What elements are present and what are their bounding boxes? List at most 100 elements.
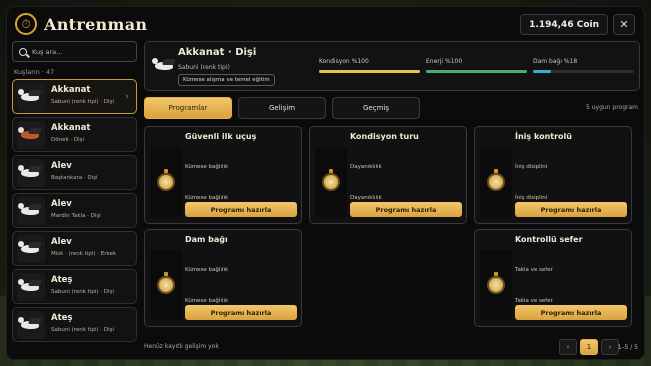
stat-fill <box>319 70 420 73</box>
bird-breed: Sabuni (renk tipi) · Dişi <box>51 99 114 105</box>
program-icon-box <box>480 250 512 320</box>
program-title: İniş kontrolü <box>515 132 572 141</box>
bird-breed: Dönek · Dişi <box>51 137 85 143</box>
stopwatch-icon <box>157 169 175 191</box>
bird-thumbnail <box>17 310 45 339</box>
page-title: Antrenman <box>44 14 148 34</box>
bird-thumbnail <box>17 196 45 225</box>
program-icon-box <box>480 147 512 217</box>
program-card: İniş kontrolü İniş disiplini İniş disipl… <box>474 126 632 224</box>
pigeon-icon <box>18 278 39 291</box>
tab-progress[interactable]: Gelişim <box>238 97 326 119</box>
program-benefit: Kümese bağlılık <box>185 298 229 304</box>
prepare-program-button[interactable]: Programı hazırla <box>185 202 297 217</box>
program-icon-box <box>150 250 182 320</box>
chevron-right-icon: › <box>125 92 129 102</box>
tab-programs[interactable]: Programlar <box>144 97 232 119</box>
program-card: Dam bağı Kümese bağlılık Kümese bağlılık… <box>144 229 302 327</box>
stat-bar <box>533 70 634 73</box>
stopwatch-icon <box>487 169 505 191</box>
bird-breed: Mardin Takla · Dişi <box>51 213 101 219</box>
stat-roof-bond: Dam bağı %18 <box>533 58 634 73</box>
program-icon-box <box>315 147 347 217</box>
bird-thumbnail <box>17 120 45 149</box>
stat-label: Kondisyon %100 <box>319 58 369 65</box>
prepare-program-button[interactable]: Programı hazırla <box>515 202 627 217</box>
pigeon-icon <box>18 164 39 177</box>
program-benefit: Takla ve sefer <box>515 298 553 304</box>
bird-list-item[interactable]: Ateş Sabuni (renk tipi) · Dişi <box>12 307 137 342</box>
bird-name: Akkanat <box>51 85 91 95</box>
stopwatch-logo-icon: ⏱ <box>15 13 37 35</box>
bird-list-item[interactable]: Alev Baştankara · Dişi <box>12 155 137 190</box>
bird-thumbnail <box>17 158 45 187</box>
bird-thumbnail <box>17 272 45 301</box>
progress-note: Henüz kayıtlı gelişim yok <box>144 343 219 350</box>
program-card: Güvenli ilk uçuş Kümese bağlılık Kümese … <box>144 126 302 224</box>
stopwatch-icon <box>157 272 175 294</box>
bird-name: Ateş <box>51 313 73 323</box>
bird-name: Alev <box>51 199 72 209</box>
pigeon-icon <box>18 316 39 329</box>
page-range: 1–5 / 5 <box>617 344 638 351</box>
program-title: Dam bağı <box>185 235 228 244</box>
bird-thumbnail <box>17 234 45 263</box>
header: ⏱ Antrenman 1.194,46 Coin ✕ <box>7 7 644 41</box>
bird-name: Ateş <box>51 275 73 285</box>
bird-list-item[interactable]: Akkanat Sabuni (renk tipi) · Dişi › <box>12 79 137 114</box>
bird-name: Alev <box>51 161 72 171</box>
page-button-1[interactable]: 1 <box>580 339 598 355</box>
stat-label: Dam bağı %18 <box>533 58 578 65</box>
pigeon-icon <box>18 126 39 139</box>
sidebar: Kuş ara... Kuşların · 47 Akkanat Sabuni … <box>12 41 137 357</box>
bird-name: Akkanat <box>51 123 91 133</box>
search-placeholder: Kuş ara... <box>32 47 63 56</box>
bird-list-item[interactable]: Ateş Sabuni (renk tipi) · Dişi <box>12 269 137 304</box>
tab-history[interactable]: Geçmiş <box>332 97 420 119</box>
program-card: Kontrollü sefer Takla ve sefer Takla ve … <box>474 229 632 327</box>
bird-breed: Misk · (renk tipi) · Erkek <box>51 251 117 257</box>
stopwatch-icon <box>487 272 505 294</box>
program-title: Kondisyon turu <box>350 132 419 141</box>
program-benefit: Dayanıklılık <box>350 195 382 201</box>
stat-fill <box>426 70 527 73</box>
bird-count: Kuşların · 47 <box>14 68 55 76</box>
program-benefit: Kümese bağlılık <box>185 195 229 201</box>
prepare-program-button[interactable]: Programı hazırla <box>515 305 627 320</box>
program-count: 5 uygun program <box>585 104 638 111</box>
bird-list-item[interactable]: Alev Misk · (renk tipi) · Erkek <box>12 231 137 266</box>
search-input[interactable]: Kuş ara... <box>12 41 137 62</box>
program-benefit: İniş disiplini <box>515 195 548 201</box>
bird-list-item[interactable]: Akkanat Dönek · Dişi <box>12 117 137 152</box>
stat-label: Enerji %100 <box>426 58 463 65</box>
pigeon-icon <box>18 88 39 101</box>
program-focus: İniş disiplini <box>515 164 548 170</box>
program-title: Güvenli ilk uçuş <box>185 132 257 141</box>
training-stage-badge: Kümese alışma ve temel eğitim <box>178 74 275 86</box>
prepare-program-button[interactable]: Programı hazırla <box>350 202 462 217</box>
bird-breed: Baştankara · Dişi <box>51 175 98 181</box>
main-content: Akkanat · Dişi Sabuni (renk tipi) Kümese… <box>144 41 640 357</box>
selected-bird-name: Akkanat · Dişi <box>178 47 257 58</box>
pigeon-icon <box>18 202 39 215</box>
prepare-program-button[interactable]: Programı hazırla <box>185 305 297 320</box>
stat-bar <box>319 70 420 73</box>
stat-energy: Enerji %100 <box>426 58 527 73</box>
prev-page-button[interactable]: ‹ <box>559 339 577 355</box>
training-panel: ⏱ Antrenman 1.194,46 Coin ✕ Kuş ara... K… <box>6 6 645 360</box>
stopwatch-icon <box>322 169 340 191</box>
stat-condition: Kondisyon %100 <box>319 58 420 73</box>
program-card: Kondisyon turu Dayanıklılık Dayanıklılık… <box>309 126 467 224</box>
program-focus: Kümese bağlılık <box>185 164 229 170</box>
bird-thumbnail <box>151 52 175 76</box>
bird-name: Alev <box>51 237 72 247</box>
program-title: Kontrollü sefer <box>515 235 583 244</box>
search-icon <box>19 47 27 56</box>
close-button[interactable]: ✕ <box>613 14 635 35</box>
coin-balance: 1.194,46 Coin <box>520 14 608 35</box>
pigeon-icon <box>18 240 39 253</box>
next-page-button[interactable]: › <box>601 339 619 355</box>
bird-list-item[interactable]: Alev Mardin Takla · Dişi <box>12 193 137 228</box>
program-icon-box <box>150 147 182 217</box>
stat-fill <box>533 70 552 73</box>
